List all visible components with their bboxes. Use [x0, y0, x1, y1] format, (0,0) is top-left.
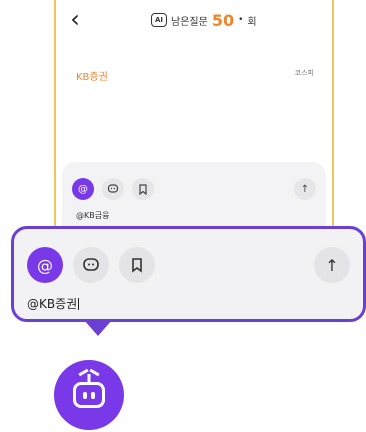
zoomed-input-callout: @ ↑ @KB증권	[11, 226, 366, 322]
top-bar: ‹ AI 남은질문 50 • 회	[56, 0, 332, 40]
mini-input-text[interactable]: @KB금융	[76, 210, 109, 221]
back-icon[interactable]: ‹	[64, 7, 86, 31]
chat-button[interactable]	[73, 247, 109, 283]
robot-face	[73, 374, 105, 408]
arrow-up-icon: ↑	[325, 255, 339, 275]
remaining-label: 남은질문	[171, 16, 208, 28]
chat-icon	[107, 184, 119, 193]
chat-icon	[83, 258, 99, 271]
robot-eye-right	[91, 392, 95, 399]
remaining-count: 50	[211, 10, 235, 30]
remaining-questions: AI 남은질문 50 • 회	[151, 10, 257, 30]
question-input[interactable]: @KB증권	[27, 295, 80, 312]
bookmark-button[interactable]	[119, 247, 155, 283]
company-name[interactable]: KB증권	[76, 68, 108, 83]
bookmark-button-mini[interactable]	[132, 178, 154, 200]
callout-pointer	[84, 320, 112, 336]
text-cursor	[78, 298, 80, 310]
bookmark-icon	[139, 183, 147, 195]
input-text: @KB증권	[27, 297, 78, 311]
robot-eye-left	[83, 392, 87, 399]
send-button[interactable]: ↑	[314, 247, 350, 283]
market-label: 코스피	[294, 69, 314, 77]
at-icon: @	[37, 255, 53, 275]
separator: •	[238, 15, 244, 25]
mention-button-mini[interactable]: @	[72, 178, 94, 200]
robot-icon	[54, 360, 124, 430]
mention-button[interactable]: @	[27, 247, 63, 283]
chat-button-mini[interactable]	[102, 178, 124, 200]
robot-antenna	[87, 374, 91, 382]
send-button-mini[interactable]: ↑	[294, 178, 316, 200]
ai-icon: AI	[151, 13, 167, 27]
phone-screen: ‹ AI 남은질문 50 • 회 KB증권 코스피 @ ↑ @KB금융	[54, 0, 334, 262]
count-unit: 회	[247, 16, 257, 28]
bookmark-icon	[132, 258, 142, 273]
